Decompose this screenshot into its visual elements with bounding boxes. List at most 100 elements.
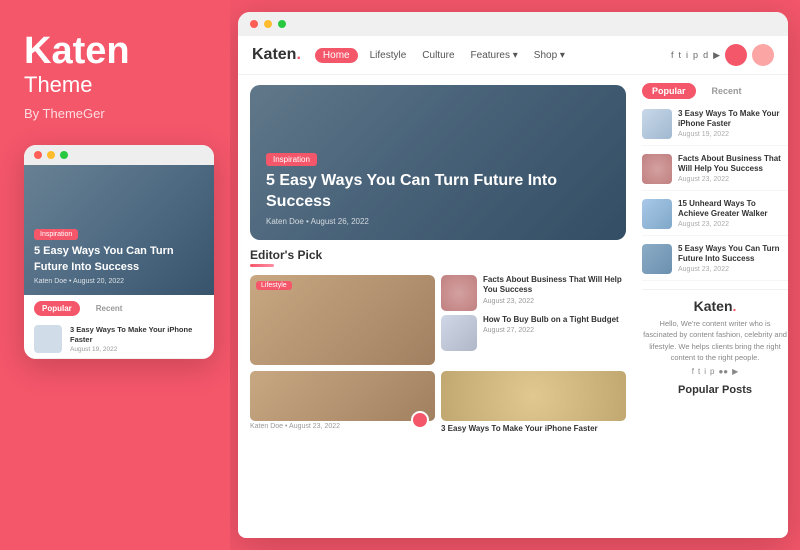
about-instagram-icon: i — [704, 367, 706, 376]
nav-facebook-icon: f — [671, 50, 674, 60]
about-text: Hello, We're content writer who is fasci… — [642, 318, 788, 363]
sidebar-post-info-4: 5 Easy Ways You Can Turn Future Into Suc… — [678, 244, 788, 273]
hero-title: 5 Easy Ways You Can Turn Future Into Suc… — [266, 171, 586, 213]
browser-dot-yellow — [264, 20, 272, 28]
mobile-tag: Inspiration — [34, 229, 78, 240]
about-facebook-icon: f — [692, 367, 694, 376]
browser-body: Inspiration 5 Easy Ways You Can Turn Fut… — [238, 75, 788, 538]
about-pinterest-icon: p — [710, 367, 714, 376]
editor-post-title-1: Facts About Business That Will Help You … — [483, 275, 626, 296]
dot-green — [60, 151, 68, 159]
nav-instagram-icon: i — [686, 50, 688, 60]
mobile-mockup: Inspiration 5 Easy Ways You Can Turn Fut… — [24, 145, 214, 359]
sidebar-post-info-3: 15 Unheard Ways To Achieve Greater Walke… — [678, 199, 788, 228]
browser-dot-green — [278, 20, 286, 28]
editors-big-thumb: Lifestyle — [250, 275, 435, 365]
editor-post-title-2: How To Buy Bulb on a Tight Budget — [483, 315, 619, 325]
about-social: f t i p ●● ▶ — [642, 367, 788, 376]
mobile-post-info: 3 Easy Ways To Make Your iPhone Faster A… — [70, 325, 204, 353]
editor-bottom-meta: Katen Doe • August 23, 2022 — [250, 423, 435, 430]
editors-grid: Lifestyle Facts About Business That Will… — [250, 275, 626, 365]
editor-bottom-thumb — [250, 371, 435, 421]
nav-tiktok-icon: d — [703, 50, 708, 60]
mobile-tab-popular[interactable]: Popular — [34, 301, 80, 316]
nav-social: f t i p d ▶ — [671, 44, 774, 66]
tab-popular[interactable]: Popular — [642, 83, 696, 99]
section-underline — [250, 264, 274, 267]
nav-avatar-2 — [752, 44, 774, 66]
sidebar-post-title-2: Facts About Business That Will Help You … — [678, 154, 788, 175]
editor-post-item-1: Facts About Business That Will Help You … — [441, 275, 626, 311]
browser-sidebar: Popular Recent 3 Easy Ways To Make Your … — [638, 75, 788, 538]
popular-recent-tabs: Popular Recent — [642, 83, 788, 99]
sidebar-thumb-3 — [642, 199, 672, 229]
hero-content: Inspiration 5 Easy Ways You Can Turn Fut… — [266, 149, 610, 226]
about-medium-icon: ●● — [718, 367, 728, 376]
editor-bottom-row: Katen Doe • August 23, 2022 3 Easy Ways … — [250, 371, 626, 434]
sidebar-post-1: 3 Easy Ways To Make Your iPhone Faster A… — [642, 109, 788, 146]
editor-post-thumb-3 — [441, 371, 626, 421]
browser-window: Katen. Home Lifestyle Culture Features ▾… — [238, 12, 788, 538]
mobile-tabs: Popular Recent — [24, 295, 214, 320]
editors-right-posts: Facts About Business That Will Help You … — [441, 275, 626, 365]
editor-bottom-thumb-wrap: Katen Doe • August 23, 2022 — [250, 371, 435, 430]
editors-pick-heading: Editor's Pick — [250, 248, 626, 262]
nav-item-features[interactable]: Features ▾ — [467, 48, 522, 63]
sidebar-thumb-2 — [642, 154, 672, 184]
browser-dot-red — [250, 20, 258, 28]
sidebar-post-date-3: August 23, 2022 — [678, 221, 788, 228]
sidebar-post-title-1: 3 Easy Ways To Make Your iPhone Faster — [678, 109, 788, 130]
tab-recent[interactable]: Recent — [702, 83, 752, 99]
brand-subtitle: Theme — [24, 72, 206, 98]
mobile-post-thumb — [34, 325, 62, 353]
sidebar-post-title-4: 5 Easy Ways You Can Turn Future Into Suc… — [678, 244, 788, 265]
nav-pinterest-icon: p — [693, 50, 698, 60]
hero-meta: Katen Doe • August 26, 2022 — [266, 217, 610, 226]
brand-by: By ThemeGer — [24, 106, 206, 121]
sidebar-thumb-4 — [642, 244, 672, 274]
sidebar-post-4: 5 Easy Ways You Can Turn Future Into Suc… — [642, 244, 788, 281]
nav-item-shop[interactable]: Shop ▾ — [530, 48, 569, 63]
editor-post-date-2: August 27, 2022 — [483, 327, 619, 334]
nav-twitter-icon: t — [679, 50, 682, 60]
editor-avatar-overlap — [411, 411, 429, 429]
nav-logo-dot: . — [296, 46, 300, 63]
mobile-hero-image: Inspiration 5 Easy Ways You Can Turn Fut… — [24, 165, 214, 295]
dot-yellow — [47, 151, 55, 159]
nav-item-culture[interactable]: Culture — [418, 48, 458, 63]
editors-section: Editor's Pick Lifestyle — [250, 240, 626, 538]
about-twitter-icon: t — [698, 367, 700, 376]
sidebar-post-2: Facts About Business That Will Help You … — [642, 154, 788, 191]
mobile-hero-title: 5 Easy Ways You Can Turn Future Into Suc… — [34, 244, 204, 275]
hero-tag: Inspiration — [266, 153, 317, 166]
sidebar-post-title-3: 15 Unheard Ways To Achieve Greater Walke… — [678, 199, 788, 220]
editors-big-tag: Lifestyle — [256, 281, 292, 290]
nav-item-lifestyle[interactable]: Lifestyle — [366, 48, 411, 63]
dot-red — [34, 151, 42, 159]
browser-top-bar — [238, 12, 788, 36]
hero-section: Inspiration 5 Easy Ways You Can Turn Fut… — [250, 85, 626, 240]
editor-post-title-3: 3 Easy Ways To Make Your iPhone Faster — [441, 424, 626, 434]
editor-post-info-2: How To Buy Bulb on a Tight Budget August… — [483, 315, 619, 334]
sidebar-post-date-1: August 19, 2022 — [678, 131, 788, 138]
sidebar-post-info-1: 3 Easy Ways To Make Your iPhone Faster A… — [678, 109, 788, 138]
mobile-top-bar — [24, 145, 214, 165]
nav-item-home[interactable]: Home — [315, 48, 358, 63]
mobile-post-item: 3 Easy Ways To Make Your iPhone Faster A… — [24, 320, 214, 359]
nav-avatar-1 — [725, 44, 747, 66]
browser-main: Inspiration 5 Easy Ways You Can Turn Fut… — [238, 75, 638, 538]
editor-post-date-1: August 23, 2022 — [483, 298, 626, 305]
mobile-post-title: 3 Easy Ways To Make Your iPhone Faster — [70, 325, 204, 345]
popular-posts-heading: Popular Posts — [642, 384, 788, 396]
mobile-hero-content: Inspiration 5 Easy Ways You Can Turn Fut… — [34, 223, 204, 285]
two-col: Editor's Pick Lifestyle — [238, 240, 638, 538]
brand-title: Katen — [24, 32, 206, 70]
sidebar-post-date-4: August 23, 2022 — [678, 266, 788, 273]
editor-post-item-2: How To Buy Bulb on a Tight Budget August… — [441, 315, 626, 351]
about-widget: Katen. Hello, We're content writer who i… — [642, 289, 788, 396]
sidebar-post-info-2: Facts About Business That Will Help You … — [678, 154, 788, 183]
browser-nav: Katen. Home Lifestyle Culture Features ▾… — [238, 36, 788, 75]
editor-post-info-1: Facts About Business That Will Help You … — [483, 275, 626, 305]
mobile-tab-recent[interactable]: Recent — [88, 301, 131, 316]
mobile-hero-meta: Katen Doe • August 20, 2022 — [34, 278, 204, 285]
